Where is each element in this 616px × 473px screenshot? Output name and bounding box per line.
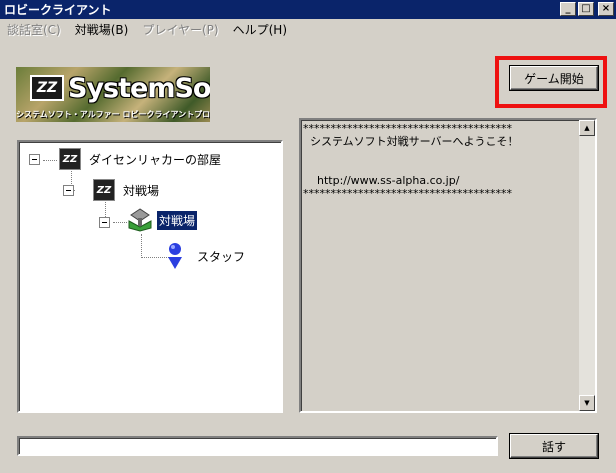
close-button[interactable]: ×	[598, 2, 614, 16]
scroll-down-button[interactable]: ▼	[579, 395, 595, 411]
battle-field-icon	[128, 208, 152, 232]
tree-node-battle-field[interactable]: ZZ 対戦場	[93, 179, 159, 201]
menu-bar: 談話室(C) 対戦場(B) プレイヤー(P) ヘルプ(H)	[0, 19, 616, 39]
zz-room-icon: ZZ	[59, 148, 81, 170]
tree-node-battle-field-sub[interactable]: 対戦場	[127, 208, 198, 232]
tree-node-staff-label: スタッフ	[197, 249, 246, 264]
menu-battle-field[interactable]: 対戦場(B)	[68, 21, 136, 38]
message-log-text: ************************************** シ…	[303, 122, 519, 200]
logo-subtitle: システムソフト・アルファー ロビークライアントプログラム	[16, 110, 210, 119]
scroll-up-button[interactable]: ▲	[579, 120, 595, 136]
zz-room-icon: ZZ	[93, 179, 115, 201]
start-game-button[interactable]: ゲーム開始	[509, 65, 599, 91]
maximize-button[interactable]: □	[578, 2, 594, 16]
tree-node-staff[interactable]: スタッフ	[165, 242, 245, 270]
root-collapse-toggle[interactable]	[29, 154, 40, 165]
message-log[interactable]: ************************************** シ…	[299, 118, 597, 413]
level2-collapse-toggle[interactable]	[99, 217, 110, 228]
window-title: ロビークライアント	[4, 3, 112, 17]
talk-button[interactable]: 話す	[509, 433, 599, 459]
room-tree[interactable]: ZZ ダイセンリャカーの部屋 ZZ 対戦場 対戦場 スタッフ	[17, 140, 283, 413]
tree-node-root-label: ダイセンリャカーの部屋	[89, 152, 222, 167]
title-bar: ロビークライアント _ □ ×	[0, 0, 616, 19]
tree-node-selected-label: 対戦場	[157, 210, 198, 230]
minimize-button[interactable]: _	[560, 2, 576, 16]
menu-help[interactable]: ヘルプ(H)	[226, 21, 294, 38]
tree-node-battle-field-label: 対戦場	[123, 183, 160, 198]
menu-chat-room[interactable]: 談話室(C)	[0, 21, 68, 38]
staff-person-icon	[168, 243, 182, 269]
logo-mark: ZZ	[30, 75, 64, 101]
systemsoft-logo: ZZ SystemSoft システムソフト・アルファー ロビークライアントプログ…	[16, 67, 210, 122]
level1-collapse-toggle[interactable]	[63, 185, 74, 196]
logo-text: SystemSoft	[68, 73, 210, 104]
chat-input[interactable]	[17, 436, 498, 456]
window-controls: _ □ ×	[560, 2, 614, 16]
menu-player[interactable]: プレイヤー(P)	[135, 21, 225, 38]
message-log-scrollbar[interactable]: ▲ ▼	[579, 120, 595, 411]
tree-node-root[interactable]: ZZ ダイセンリャカーの部屋	[59, 148, 221, 170]
